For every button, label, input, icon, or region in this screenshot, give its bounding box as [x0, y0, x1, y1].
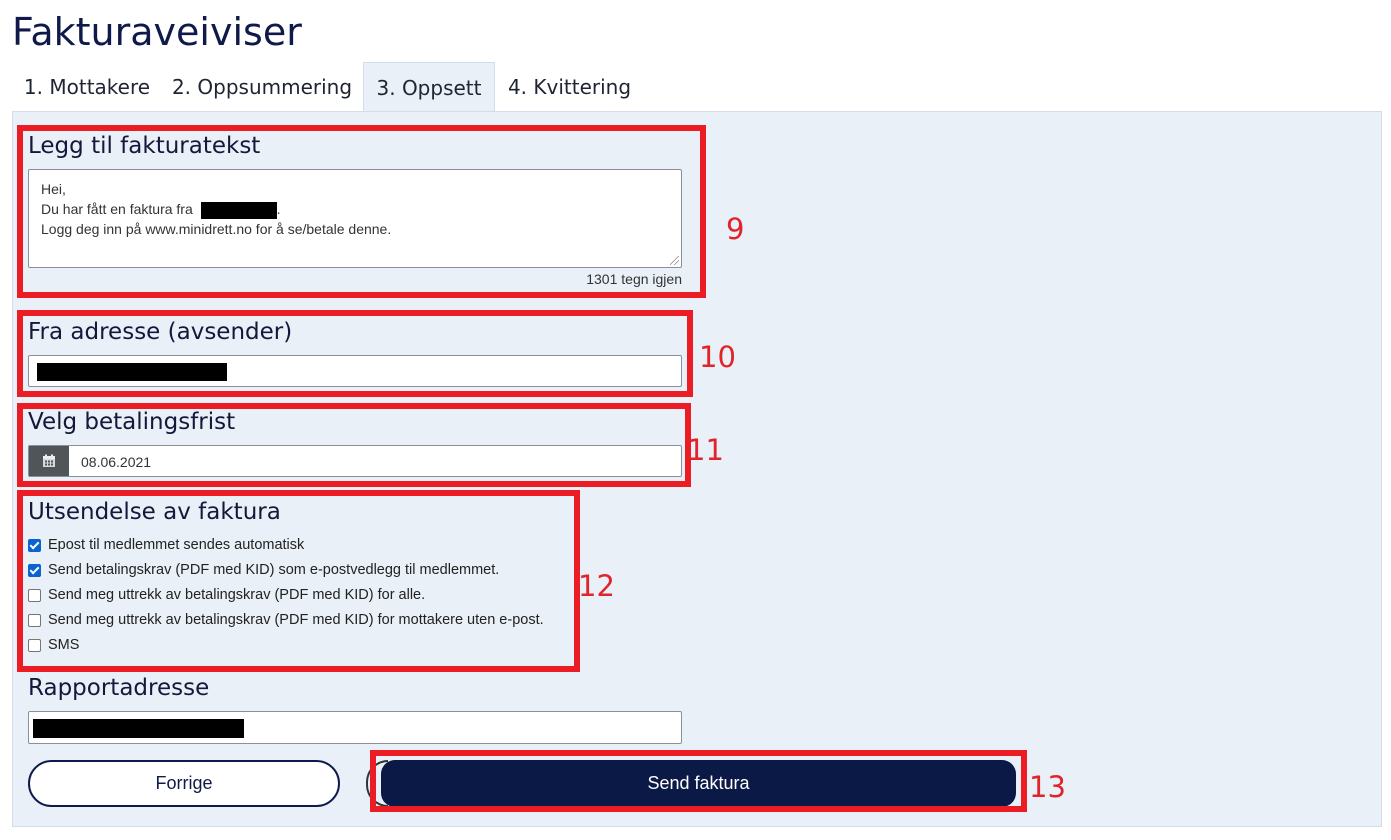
- annotation-number-13: 13: [1029, 770, 1066, 804]
- tab-oppsummering[interactable]: 2. Oppsummering: [162, 62, 362, 112]
- tab-oppsett[interactable]: 3. Oppsett: [363, 62, 495, 112]
- highlight-box-9: [17, 125, 706, 298]
- tab-kvittering[interactable]: 4. Kvittering: [497, 62, 642, 112]
- report-address-input[interactable]: [28, 711, 682, 744]
- highlight-box-12: [17, 490, 580, 672]
- report-address-heading: Rapportadresse: [28, 675, 210, 701]
- highlight-box-11: [17, 403, 691, 487]
- highlight-box-10: [17, 310, 693, 397]
- annotation-number-9: 9: [726, 212, 745, 246]
- tab-mottakere[interactable]: 1. Mottakere: [12, 62, 162, 112]
- previous-button[interactable]: Forrige: [28, 760, 340, 807]
- annotation-number-10: 10: [699, 340, 736, 374]
- annotation-number-11: 11: [687, 433, 724, 467]
- highlight-box-13: [370, 750, 1027, 812]
- annotation-number-12: 12: [578, 569, 615, 603]
- redacted-report-address: [33, 719, 244, 738]
- page-title: Fakturaveiviser: [12, 10, 302, 54]
